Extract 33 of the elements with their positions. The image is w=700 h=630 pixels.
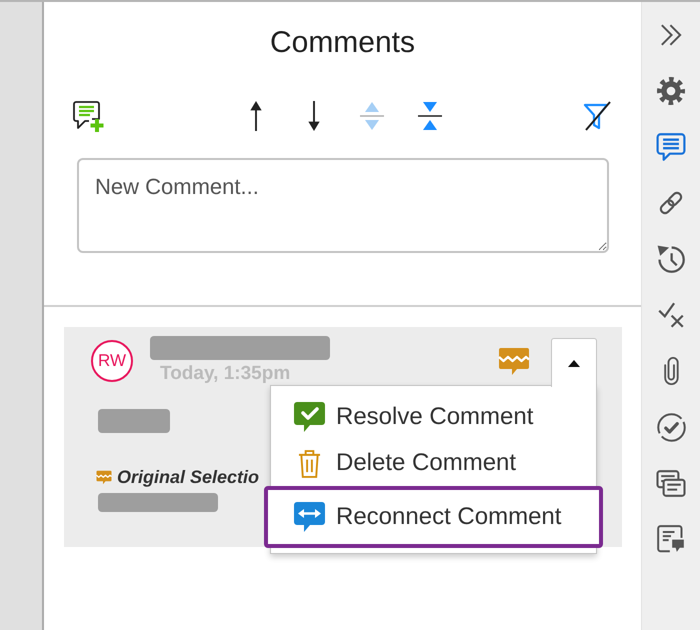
down-arrow-icon [307, 101, 321, 131]
comment-icon [656, 133, 686, 161]
paperclip-icon [664, 357, 678, 385]
settings-icon [657, 77, 685, 105]
check-circle-icon [656, 412, 686, 442]
comment-input[interactable]: New Comment... [77, 158, 609, 253]
panel-title: Comments [268, 26, 416, 60]
collapse-icon [417, 101, 443, 131]
collapse-all-button[interactable] [415, 100, 445, 132]
check-bubble-icon [293, 401, 326, 433]
selection-label: Original Selectio [117, 467, 260, 487]
expand-icon [359, 101, 385, 131]
check-x-icon [658, 302, 684, 328]
menu-item[interactable]: Reconnect Comment [264, 486, 603, 548]
menu-toggle-button[interactable] [551, 338, 597, 387]
avatar: RW [91, 340, 133, 382]
filter-off-icon [583, 101, 611, 131]
menu-item[interactable]: Resolve Comment [271, 394, 596, 440]
trash-icon [298, 448, 321, 478]
redacted-block [98, 409, 170, 433]
link-icon [659, 191, 683, 215]
double-arrow-bubble-icon [293, 501, 326, 533]
comment-plus-icon [72, 100, 104, 132]
document-comment-icon [657, 525, 685, 553]
add-comment-button[interactable] [72, 100, 104, 132]
up-arrow-icon [249, 101, 263, 131]
chevrons-right-icon [660, 24, 682, 46]
torn-bubble-icon [96, 470, 112, 484]
history-icon [657, 245, 685, 273]
comments-stack-icon [656, 470, 686, 496]
caret-up-icon [568, 360, 580, 366]
filter-button[interactable] [582, 100, 612, 132]
menu-item[interactable]: Delete Comment [271, 440, 596, 486]
